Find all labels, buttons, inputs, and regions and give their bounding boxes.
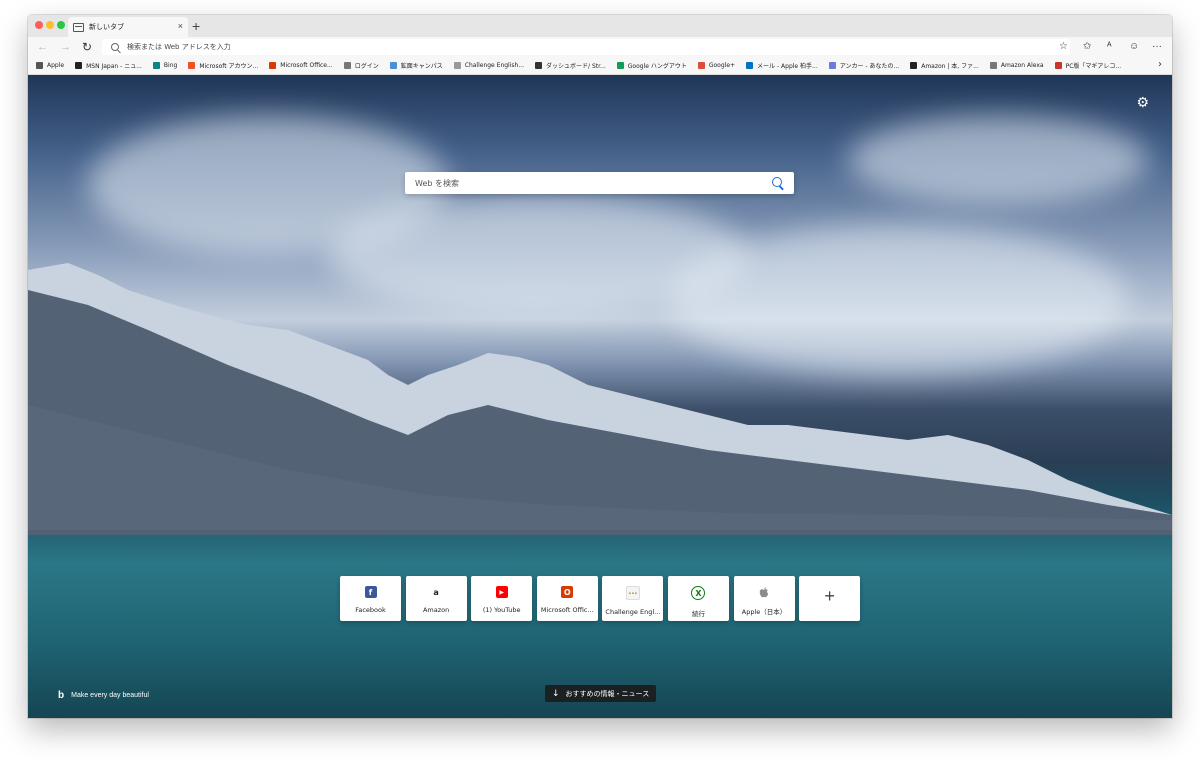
address-bar[interactable] <box>102 39 1070 55</box>
close-window-button[interactable] <box>35 21 43 29</box>
bookmark-item[interactable]: PC版「マギアレコ... <box>1054 61 1121 70</box>
bookmark-item[interactable]: Bing <box>152 62 177 69</box>
bookmark-favicon-icon <box>989 62 997 69</box>
bookmark-favicon-icon <box>389 62 397 69</box>
plus-icon: + <box>824 586 835 606</box>
bing-logo-icon: b <box>58 690 65 701</box>
refresh-button[interactable]: ↻ <box>82 39 92 55</box>
youtube-icon: ▶ <box>495 586 508 598</box>
bookmark-favicon-icon <box>36 62 43 69</box>
new-tab-button[interactable]: + <box>192 17 200 35</box>
bookmark-item[interactable]: ログイン <box>343 61 379 70</box>
bookmark-item[interactable]: ダッシュボード/ Str... <box>535 61 606 70</box>
arrow-down-icon: ↓ <box>552 688 560 699</box>
bookmark-favicon-icon <box>343 62 351 69</box>
bookmark-favicon-icon <box>269 62 277 69</box>
zoom-window-button[interactable] <box>57 21 65 29</box>
tab-close-icon[interactable]: × <box>178 21 183 31</box>
bookmark-favicon-icon <box>535 62 543 69</box>
search-icon[interactable] <box>772 177 782 187</box>
top-site-tile[interactable]: Apple（日本） <box>733 576 795 621</box>
tile-label: (1) YouTube <box>482 606 521 614</box>
search-icon <box>111 43 119 51</box>
tile-label: Microsoft Offic... <box>540 606 594 614</box>
favorites-icon[interactable]: ✩ <box>1083 40 1091 54</box>
top-site-tile[interactable]: a Amazon <box>405 576 467 621</box>
bing-tagline: Make every day beautiful <box>71 692 149 699</box>
bookmark-favicon-icon <box>828 62 836 69</box>
more-menu-icon[interactable]: ··· <box>1152 40 1162 54</box>
tile-label: Amazon <box>422 606 450 614</box>
feedback-smiley-icon[interactable]: ☺ <box>1129 40 1139 54</box>
bookmark-favicon-icon <box>75 62 83 69</box>
tile-label: Facebook <box>355 606 386 614</box>
settings-gear-icon[interactable]: ⚙ <box>1136 95 1149 109</box>
tab-page-icon <box>73 22 84 32</box>
bookmark-item[interactable]: アンカー - あなたの... <box>828 61 899 70</box>
navigation-toolbar: ← → ↻ ☆ ✩ ᴬ ☺ ··· <box>28 37 1172 57</box>
bing-branding[interactable]: b Make every day beautiful <box>58 690 149 701</box>
challenge-english-icon: ··· <box>625 586 640 600</box>
bookmarks-overflow-chevron-icon[interactable]: › <box>1158 59 1162 70</box>
web-search-box[interactable] <box>405 172 794 194</box>
news-feed-button[interactable]: ↓ おすすめの情報・ニュース <box>545 685 657 702</box>
office-icon: O <box>561 586 574 598</box>
bookmark-favicon-icon <box>453 62 461 69</box>
bookmark-item[interactable]: メール - Apple 柏手... <box>746 61 818 70</box>
tile-label: 続行 <box>691 610 705 618</box>
bookmark-favicon-icon <box>1054 62 1062 69</box>
add-favorite-icon[interactable]: ☆ <box>1059 40 1068 54</box>
apple-icon <box>758 586 771 598</box>
top-sites: f Facebook a Amazon ▶ (1) YouTube O Micr… <box>340 576 865 621</box>
bookmark-item[interactable]: Google+ <box>697 62 735 69</box>
tab-bar: 新しいタブ × + <box>28 15 1172 37</box>
add-site-tile[interactable]: + <box>799 576 861 621</box>
top-site-tile[interactable]: ▶ (1) YouTube <box>471 576 533 621</box>
tile-label: Apple（日本） <box>741 608 787 616</box>
bookmark-item[interactable]: Amazon | 本, ファ... <box>910 61 979 70</box>
tab-title: 新しいタブ <box>89 24 124 31</box>
back-button[interactable]: ← <box>37 39 48 55</box>
bookmarks-bar: Apple MSN Japan - ニュ... Bing Microsoft ア… <box>28 57 1172 75</box>
bookmark-item[interactable]: Challenge English... <box>453 62 524 69</box>
bookmark-favicon-icon <box>910 62 918 69</box>
facebook-icon: f <box>364 586 377 598</box>
top-site-tile[interactable]: O Microsoft Offic... <box>536 576 598 621</box>
browser-window: 新しいタブ × + ← → ↻ ☆ ✩ ᴬ ☺ ··· Apple MSN Ja… <box>28 15 1172 718</box>
amazon-icon: a <box>430 586 443 598</box>
tab-new-tab[interactable]: 新しいタブ × <box>68 17 188 37</box>
bookmark-item[interactable]: Microsoft アカウン... <box>188 61 258 70</box>
web-search-input[interactable] <box>415 178 755 188</box>
bookmark-favicon-icon <box>697 62 705 69</box>
tile-label: Challenge Engl... <box>605 608 661 616</box>
bookmark-item[interactable]: Microsoft Office... <box>269 62 333 69</box>
bookmark-favicon-icon <box>188 62 196 69</box>
bookmark-item[interactable]: Google ハングアウト <box>616 61 687 70</box>
address-input[interactable] <box>127 43 827 51</box>
bookmark-favicon-icon <box>616 62 624 69</box>
bookmark-item[interactable]: Apple <box>36 62 64 69</box>
bookmark-favicon-icon <box>152 62 160 69</box>
top-site-tile[interactable]: X 続行 <box>667 576 729 621</box>
bookmark-item[interactable]: Amazon Alexa <box>989 62 1044 69</box>
xbox-icon: X <box>691 586 706 600</box>
bookmark-item[interactable]: 鉱面キャンパス <box>389 61 443 70</box>
minimize-window-button[interactable] <box>46 21 54 29</box>
forward-button[interactable]: → <box>60 39 71 55</box>
bookmark-favicon-icon <box>746 62 754 69</box>
top-site-tile[interactable]: f Facebook <box>340 576 401 621</box>
bookmark-item[interactable]: MSN Japan - ニュ... <box>75 61 142 70</box>
profile-icon[interactable]: ᴬ <box>1107 40 1112 54</box>
top-site-tile[interactable]: ··· Challenge Engl... <box>602 576 664 621</box>
news-feed-label: おすすめの情報・ニュース <box>565 689 650 698</box>
new-tab-page: ⚙ f Facebook a Amazon ▶ (1) YouTube O Mi… <box>28 75 1172 718</box>
